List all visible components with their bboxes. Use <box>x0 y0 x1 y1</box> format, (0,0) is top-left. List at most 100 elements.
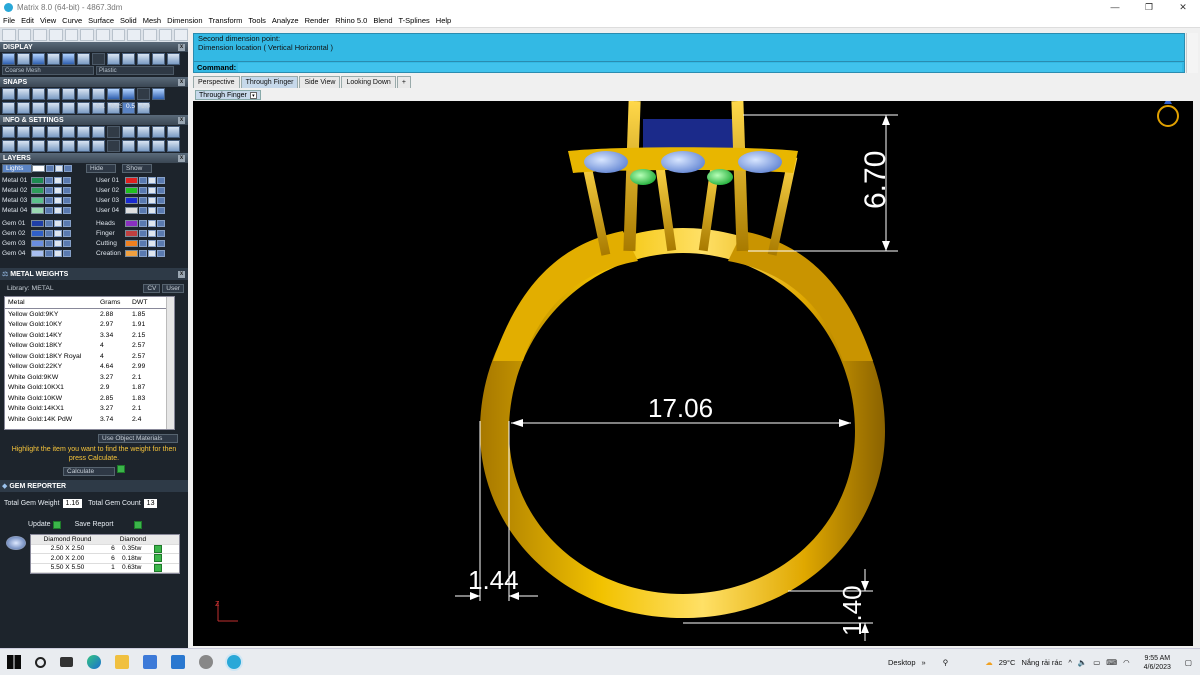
snap-value-3[interactable]: 1.0 <box>137 102 150 114</box>
layer-toggle[interactable] <box>139 206 147 214</box>
snap-end-icon[interactable] <box>2 88 15 100</box>
layer-row[interactable]: Metal 02 <box>0 185 94 195</box>
layer-row[interactable]: Cutting <box>94 238 188 248</box>
search-icon[interactable] <box>17 126 30 138</box>
folder-icon[interactable] <box>47 126 60 138</box>
close-button[interactable]: ✕ <box>1166 0 1200 14</box>
eye-icon[interactable] <box>63 206 71 214</box>
network-icon[interactable]: ▭ <box>1093 658 1100 667</box>
layers-header[interactable]: LAYERS x <box>0 153 188 163</box>
update-button[interactable]: Update <box>28 521 51 528</box>
layer-row[interactable]: User 01 <box>94 175 188 185</box>
eye-icon[interactable] <box>63 176 71 184</box>
table-row[interactable]: 2.00 X 2.00 6 0.18tw <box>31 554 179 564</box>
snap-vertex-icon[interactable] <box>47 102 60 114</box>
layer-color[interactable] <box>125 239 138 247</box>
layer-row[interactable]: User 03 <box>94 195 188 205</box>
calculate-go-icon[interactable] <box>117 465 125 473</box>
eye-icon[interactable] <box>157 229 165 237</box>
add-tab-button[interactable]: + <box>396 76 411 88</box>
info-settings-header[interactable]: INFO & SETTINGS x <box>0 115 188 125</box>
close-icon[interactable]: x <box>178 154 185 162</box>
lock-icon[interactable] <box>54 196 62 204</box>
snap-point-icon[interactable] <box>47 88 60 100</box>
menu-transform[interactable]: Transform <box>206 16 246 25</box>
table-row[interactable]: White Gold:9KW 3.27 2.1 <box>5 372 174 383</box>
close-icon[interactable]: x <box>178 116 185 124</box>
update-go-icon[interactable] <box>52 520 61 529</box>
info-icon[interactable] <box>152 126 165 138</box>
layer-color[interactable] <box>31 176 44 184</box>
desktop-label[interactable]: Desktop <box>888 658 916 667</box>
env-icon[interactable] <box>152 53 165 65</box>
snap-project-icon[interactable] <box>77 102 90 114</box>
clock[interactable]: 9:55 AM 4/6/2023 <box>1141 654 1174 672</box>
list-icon[interactable] <box>77 140 90 152</box>
move-icon[interactable] <box>33 29 48 41</box>
task-view-icon[interactable] <box>60 657 73 667</box>
snap-quad-icon[interactable] <box>92 88 105 100</box>
tab-side-view[interactable]: Side View <box>299 76 341 88</box>
lock-icon[interactable] <box>148 186 156 194</box>
layer-toggle[interactable] <box>45 239 53 247</box>
table-row[interactable]: Yellow Gold:18KY 4 2.57 <box>5 341 174 352</box>
gem-select-icon[interactable] <box>154 554 162 563</box>
tab-looking-down[interactable]: Looking Down <box>341 76 396 88</box>
chart-icon[interactable] <box>122 140 135 152</box>
material-dropdown[interactable]: Plastic <box>96 66 174 75</box>
tray-up-icon[interactable]: ^ <box>1068 658 1072 667</box>
menu-render[interactable]: Render <box>302 16 333 25</box>
layer-toggle[interactable] <box>45 196 53 204</box>
zoom-icon[interactable] <box>111 29 126 41</box>
layer-toggle[interactable] <box>45 206 53 214</box>
viewport-through-finger[interactable]: 6.70 17.06 1.44 1.40 z <box>193 101 1193 646</box>
menu-tools[interactable]: Tools <box>245 16 269 25</box>
snap-tan-icon[interactable] <box>77 88 90 100</box>
tab-perspective[interactable]: Perspective <box>193 76 240 88</box>
minimize-button[interactable]: — <box>1098 0 1132 14</box>
tab-through-finger[interactable]: Through Finger <box>240 76 299 88</box>
user-button[interactable]: User <box>162 283 184 293</box>
weather-icon[interactable]: ☁ <box>985 658 993 667</box>
hide-button[interactable]: Hide <box>86 164 116 173</box>
measure-icon[interactable] <box>32 126 45 138</box>
copy-icon[interactable] <box>92 140 105 152</box>
mesh-dropdown[interactable]: Coarse Mesh <box>2 66 94 75</box>
layer-color[interactable] <box>125 186 138 194</box>
snap-value-2[interactable]: 0.5 <box>122 102 135 114</box>
layer-toggle[interactable] <box>45 186 53 194</box>
extents-icon[interactable] <box>158 29 173 41</box>
menu-curve[interactable]: Curve <box>59 16 85 25</box>
select-icon[interactable] <box>49 29 63 41</box>
keyboard-icon[interactable]: ⌨ <box>1106 658 1117 667</box>
metal-weights-header[interactable]: ⚖ METAL WEIGHTS x <box>0 268 188 280</box>
lights-button[interactable]: Lights <box>2 164 32 173</box>
eye-icon[interactable] <box>63 249 71 257</box>
eye-icon[interactable] <box>63 219 71 227</box>
matrix-app-icon[interactable] <box>227 655 241 669</box>
metal-table-scrollbar[interactable] <box>166 297 174 429</box>
lock-icon[interactable] <box>54 186 62 194</box>
mail-icon[interactable] <box>171 655 185 669</box>
col-grams[interactable]: Grams <box>98 299 130 306</box>
windows-start-icon[interactable] <box>7 655 21 669</box>
gem-select-icon[interactable] <box>154 544 162 553</box>
maximize-button[interactable]: ❐ <box>1132 0 1166 14</box>
palette-icon[interactable] <box>167 126 180 138</box>
table-row[interactable]: White Gold:14K PdW 3.74 2.4 <box>5 414 174 425</box>
save-report-button[interactable]: Save Report <box>75 521 114 528</box>
save-report-go-icon[interactable] <box>133 520 142 529</box>
layer-color[interactable] <box>125 196 138 204</box>
weather-text[interactable]: Nắng rải rác <box>1021 658 1062 667</box>
shaded-icon[interactable] <box>17 53 30 65</box>
lock-icon[interactable] <box>54 206 62 214</box>
volume-icon[interactable]: 🔈 <box>1078 658 1087 667</box>
layer-toggle[interactable] <box>139 196 147 204</box>
eye-icon[interactable] <box>63 229 71 237</box>
layer-row[interactable]: Gem 01 <box>0 218 94 228</box>
ghost-icon[interactable] <box>47 53 60 65</box>
use-object-materials-button[interactable]: Use Object Materials <box>98 434 178 443</box>
rhino-icon[interactable] <box>199 655 213 669</box>
layer-row[interactable]: Metal 01 <box>0 175 94 185</box>
layer-toggle[interactable] <box>139 176 147 184</box>
